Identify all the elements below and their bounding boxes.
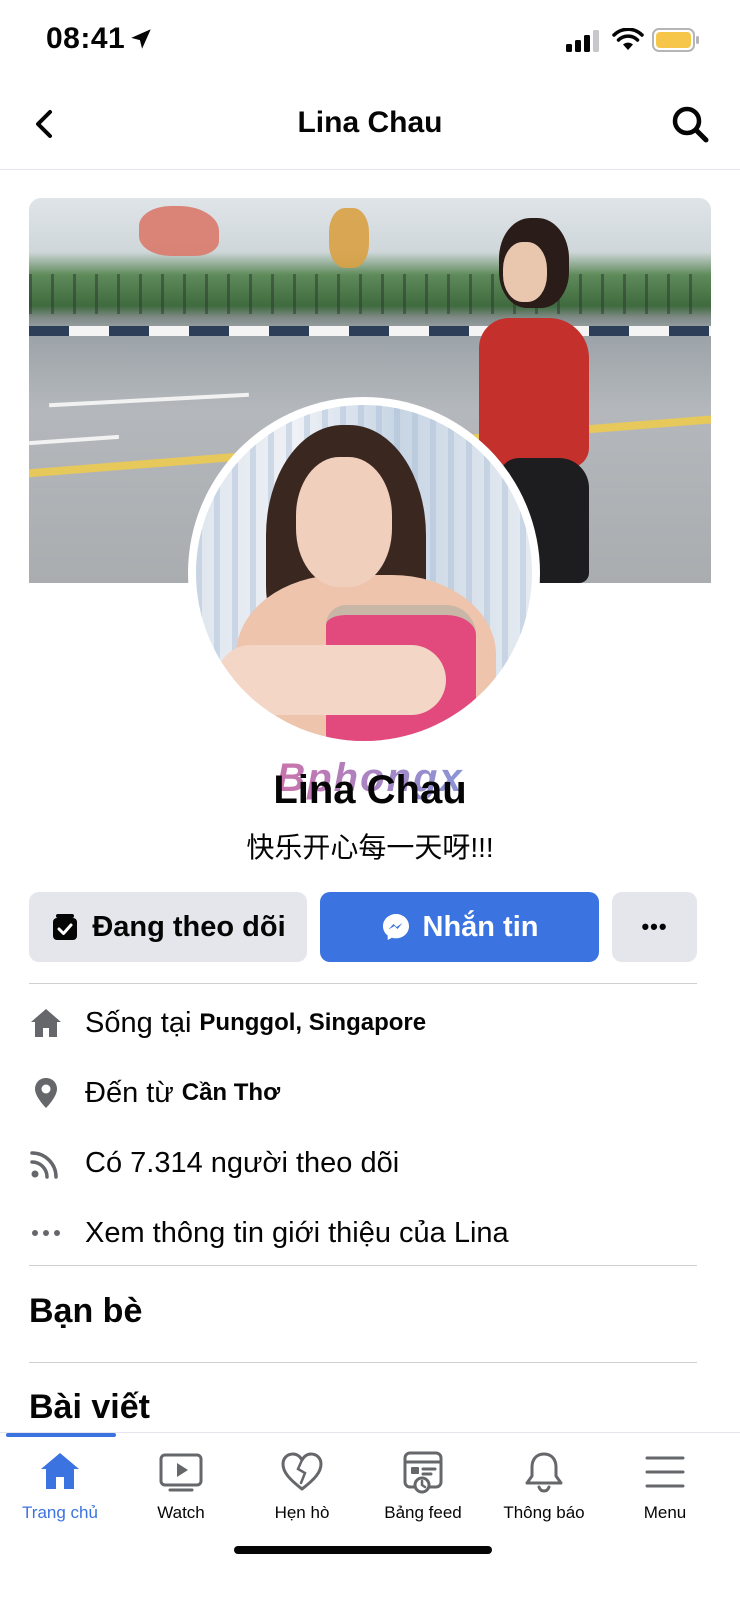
top-nav: Lina Chau: [0, 80, 740, 170]
messenger-icon: [382, 914, 409, 940]
tab-dating[interactable]: Hẹn hò: [242, 1449, 362, 1539]
tab-menu-label: Menu: [643, 1503, 687, 1522]
home-icon: [41, 1453, 79, 1489]
bottom-tab-bar: Trang chủ Watch Hẹn hò Bảng feed Thông b…: [0, 1432, 740, 1600]
divider: [29, 1265, 697, 1266]
followers-text: Có 7.314 người theo dõi: [85, 1146, 400, 1179]
home-icon: [31, 1009, 61, 1037]
divider: [29, 1362, 697, 1363]
tab-watch-label: Watch: [157, 1503, 205, 1522]
tab-home-label: Trang chủ: [22, 1503, 98, 1522]
tab-notifications[interactable]: Thông báo: [484, 1449, 604, 1539]
rss-icon: [30, 1151, 58, 1179]
tab-notifications-label: Thông báo: [503, 1503, 585, 1522]
info-lives-in[interactable]: Sống tại Punggol, Singapore: [29, 998, 709, 1048]
message-button[interactable]: Nhắn tin: [320, 892, 599, 962]
from-value[interactable]: Cần Thơ: [182, 1079, 280, 1107]
message-label: Nhắn tin: [422, 910, 539, 943]
heart-icon: [281, 1452, 323, 1491]
active-tab-indicator: [6, 1433, 116, 1437]
tab-feeds[interactable]: Bảng feed: [363, 1449, 483, 1539]
home-indicator: [234, 1546, 492, 1554]
profile-bio: 快乐开心每一天呀!!!: [246, 832, 494, 863]
divider: [29, 983, 697, 984]
search-icon[interactable]: [668, 102, 712, 146]
tab-feeds-label: Bảng feed: [384, 1503, 462, 1522]
info-from[interactable]: Đến từ Cần Thơ: [29, 1068, 709, 1118]
bell-icon: [525, 1452, 563, 1493]
following-check-icon: [53, 914, 78, 940]
watch-icon: [159, 1453, 203, 1492]
battery-icon: [652, 28, 699, 52]
more-icon: •••: [641, 914, 668, 939]
location-arrow-icon: [131, 29, 151, 49]
tab-menu[interactable]: Menu: [605, 1449, 725, 1539]
info-about[interactable]: Xem thông tin giới thiệu của Lina: [29, 1208, 709, 1258]
following-label: Đang theo dõi: [92, 910, 286, 943]
tab-watch[interactable]: Watch: [121, 1449, 241, 1539]
from-prefix: Đến từ: [85, 1076, 174, 1109]
posts-heading[interactable]: Bài viết: [29, 1388, 150, 1427]
feed-icon: [403, 1451, 443, 1494]
location-pin-icon: [35, 1078, 57, 1108]
about-text: Xem thông tin giới thiệu của Lina: [85, 1216, 509, 1249]
status-time: 08:41: [46, 22, 126, 55]
profile-avatar[interactable]: [188, 397, 540, 749]
signal-icon: [566, 30, 599, 52]
nav-title: Lina Chau: [297, 106, 443, 139]
info-followers[interactable]: Có 7.314 người theo dõi: [29, 1138, 709, 1188]
profile-name: Lina Chau: [273, 768, 467, 812]
tab-dating-label: Hẹn hò: [274, 1503, 330, 1522]
more-options-button[interactable]: •••: [612, 892, 697, 962]
status-bar: 08:41: [0, 0, 740, 80]
lives-prefix: Sống tại: [85, 1006, 192, 1039]
ellipsis-icon: [32, 1230, 60, 1236]
tab-home[interactable]: Trang chủ: [0, 1449, 120, 1539]
friends-heading[interactable]: Bạn bè: [29, 1292, 142, 1331]
following-button[interactable]: Đang theo dõi: [29, 892, 307, 962]
lives-value[interactable]: Punggol, Singapore: [199, 1009, 426, 1037]
wifi-icon: [612, 28, 644, 50]
menu-icon: [645, 1456, 685, 1488]
